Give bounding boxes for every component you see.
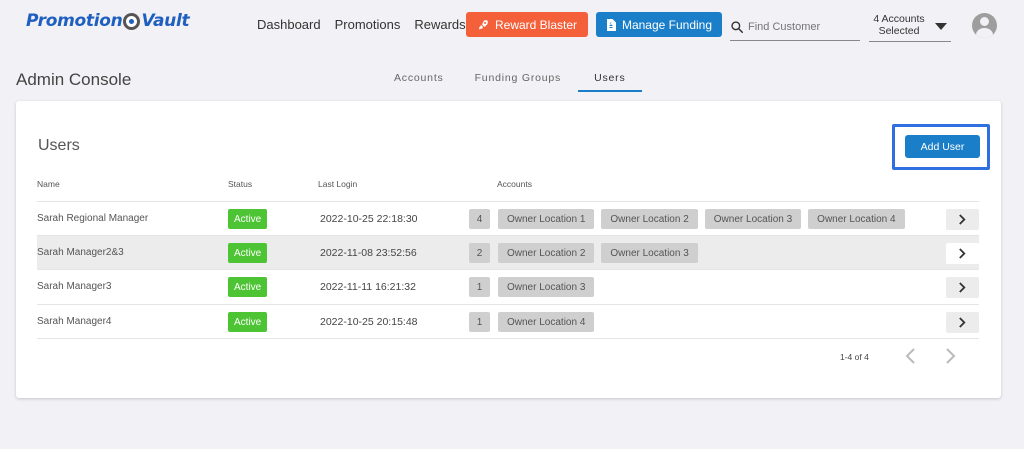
account-chips: Owner Location 3 <box>498 277 595 297</box>
document-icon: $ <box>606 18 616 31</box>
chevron-right-icon <box>959 248 966 259</box>
account-count-badge: 4 <box>469 209 490 229</box>
table-row[interactable]: Sarah Manager4 Active 2022-10-25 20:15:4… <box>37 304 979 338</box>
column-header-last-login: Last Login <box>318 179 358 189</box>
customer-search <box>730 14 860 41</box>
nav-promotions[interactable]: Promotions <box>335 17 401 32</box>
status-badge: Active <box>228 312 268 332</box>
status-badge: Active <box>228 209 268 229</box>
manage-funding-button[interactable]: $ Manage Funding <box>596 12 722 37</box>
open-user-button[interactable] <box>946 243 979 264</box>
account-chip: Owner Location 3 <box>704 209 802 229</box>
user-name: Sarah Regional Manager <box>37 213 149 224</box>
tab-funding-groups[interactable]: Funding Groups <box>461 72 576 92</box>
rocket-icon <box>478 19 488 29</box>
account-chips: Owner Location 4 <box>498 312 595 332</box>
table-row[interactable]: Sarah Manager2&3 Active 2022-11-08 23:52… <box>37 235 979 269</box>
account-chip: Owner Location 4 <box>808 209 905 229</box>
user-name: Sarah Manager2&3 <box>37 247 124 258</box>
last-login: 2022-11-11 16:21:32 <box>320 281 416 293</box>
table-row[interactable]: Sarah Manager3 Active 2022-11-11 16:21:3… <box>37 269 979 303</box>
account-chips: Owner Location 1 Owner Location 2 Owner … <box>498 209 905 229</box>
tab-users[interactable]: Users <box>578 72 642 92</box>
account-chip: Owner Location 3 <box>498 277 595 297</box>
last-login: 2022-10-25 22:18:30 <box>320 213 418 225</box>
account-chip: Owner Location 3 <box>601 243 698 263</box>
nav-dashboard[interactable]: Dashboard <box>257 17 321 32</box>
next-page-button[interactable] <box>940 346 960 366</box>
status-badge: Active <box>228 277 268 297</box>
previous-page-button[interactable] <box>900 346 920 366</box>
account-chip: Owner Location 2 <box>601 209 698 229</box>
account-count-badge: 1 <box>469 312 490 332</box>
account-chip: Owner Location 1 <box>498 209 595 229</box>
reward-blaster-button[interactable]: Reward Blaster <box>466 12 588 37</box>
pagination-range: 1-4 of 4 <box>840 352 869 362</box>
column-header-accounts: Accounts <box>497 179 532 189</box>
chevron-left-icon <box>905 348 915 364</box>
add-user-highlight: Add User <box>892 124 990 170</box>
column-header-name: Name <box>37 179 60 189</box>
caret-down-icon <box>935 23 947 30</box>
users-card: Users Add User Name Status Last Login Ac… <box>16 101 1001 398</box>
user-avatar-icon[interactable] <box>972 13 997 38</box>
accounts-count-text: 4 Accounts <box>873 13 925 25</box>
logo-text-left: Promotion <box>26 11 123 31</box>
last-login: 2022-10-25 20:15:48 <box>320 316 418 328</box>
tab-accounts[interactable]: Accounts <box>380 72 458 92</box>
manage-funding-label: Manage Funding <box>621 17 713 32</box>
chevron-right-icon <box>959 214 966 225</box>
users-title: Users <box>38 137 80 154</box>
top-navigation-bar: Promotion Vault Dashboard Promotions Rew… <box>0 0 1024 52</box>
reward-blaster-label: Reward Blaster <box>494 17 578 32</box>
promotion-vault-logo[interactable]: Promotion Vault <box>26 10 190 32</box>
main-nav: Dashboard Promotions Rewards <box>257 17 480 32</box>
admin-tabs: Accounts Funding Groups Users <box>380 72 645 92</box>
account-chip: Owner Location 2 <box>498 243 595 263</box>
page-title: Admin Console <box>16 70 132 89</box>
account-chips: Owner Location 2 Owner Location 3 <box>498 243 698 263</box>
user-name: Sarah Manager4 <box>37 316 112 327</box>
chevron-right-icon <box>945 348 955 364</box>
accounts-selected-text: Selected <box>878 25 920 37</box>
accounts-selector[interactable]: 4 Accounts Selected <box>869 13 951 42</box>
add-user-button[interactable]: Add User <box>905 135 980 158</box>
table-bottom-divider <box>37 338 979 339</box>
search-icon <box>731 21 744 34</box>
chevron-right-icon <box>959 317 966 328</box>
vault-dial-icon <box>123 12 141 30</box>
status-badge: Active <box>228 243 268 263</box>
open-user-button[interactable] <box>946 312 979 333</box>
open-user-button[interactable] <box>946 277 979 298</box>
column-header-status: Status <box>228 179 253 189</box>
table-row[interactable]: Sarah Regional Manager Active 2022-10-25… <box>37 201 979 235</box>
nav-rewards[interactable]: Rewards <box>414 17 465 32</box>
chevron-right-icon <box>959 282 966 293</box>
account-count-badge: 1 <box>469 277 490 297</box>
user-name: Sarah Manager3 <box>37 281 112 292</box>
account-count-badge: 2 <box>469 243 490 263</box>
account-chip: Owner Location 4 <box>498 312 595 332</box>
logo-text-right: Vault <box>141 11 190 31</box>
find-customer-input[interactable] <box>748 21 856 33</box>
open-user-button[interactable] <box>946 209 979 230</box>
last-login: 2022-11-08 23:52:56 <box>320 247 417 259</box>
